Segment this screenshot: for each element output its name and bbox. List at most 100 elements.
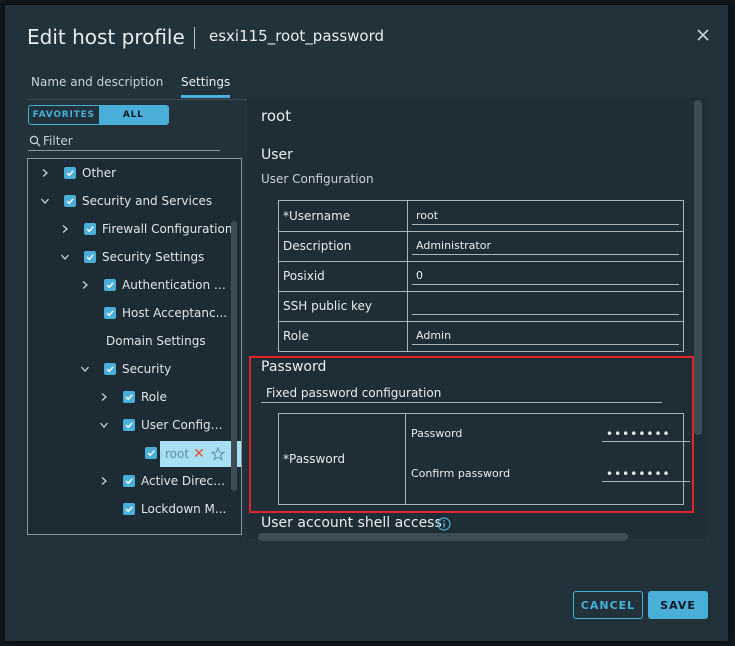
shell-access-title: User account shell access	[261, 515, 442, 531]
edit-host-profile-dialog: Edit host profile esxi115_root_password …	[4, 4, 729, 642]
role-field[interactable]	[412, 327, 679, 345]
tree-item-lockdown-mode[interactable]: Lockdown M...	[99, 498, 229, 520]
username-field[interactable]	[412, 207, 679, 225]
chevron-right-icon[interactable]	[99, 476, 109, 486]
check-icon	[125, 506, 133, 513]
field-label: SSH public key	[283, 299, 372, 313]
all-toggle-option[interactable]: ALL	[98, 106, 168, 124]
tree-item-other[interactable]: Other	[40, 162, 116, 184]
tree-checkbox[interactable]	[84, 223, 96, 235]
tree-checkbox[interactable]	[123, 391, 135, 403]
chevron-right-icon[interactable]	[80, 280, 90, 290]
password-config-select[interactable]: Fixed password configuration	[261, 386, 662, 403]
table-row: Description	[279, 231, 683, 262]
ssh-public-key-field[interactable]	[412, 297, 679, 315]
remove-icon[interactable]: ✕	[193, 447, 205, 461]
search-icon	[29, 135, 41, 147]
check-icon	[106, 366, 114, 373]
tree-item-active-directory[interactable]: Active Direct...	[99, 470, 229, 492]
check-icon	[147, 450, 155, 457]
field-label: Posixid	[283, 269, 325, 283]
detail-vertical-scrollbar[interactable]	[694, 100, 702, 435]
chevron-down-icon[interactable]	[80, 364, 90, 374]
tree-item-user-configuration[interactable]: User Configu...	[99, 414, 229, 436]
tree-checkbox[interactable]	[123, 503, 135, 515]
tree-item-label: Host Acceptanc...	[122, 306, 228, 320]
password-required-label: *Password	[283, 452, 346, 466]
tree-checkbox[interactable]	[145, 447, 157, 459]
table-row: Posixid	[279, 261, 683, 292]
table-row: SSH public key	[279, 291, 683, 322]
star-favorite-icon[interactable]	[210, 447, 225, 461]
chevron-right-icon[interactable]	[99, 392, 109, 402]
tree-item-security-and-services[interactable]: Security and Services	[40, 190, 212, 212]
tree-item-root-selected[interactable]: root ✕	[160, 441, 241, 467]
tree-item-host-acceptance[interactable]: Host Acceptanc...	[80, 302, 230, 324]
password-table: *Password Password Confirm password	[278, 413, 690, 505]
dialog-tabs: Name and description Settings	[27, 73, 707, 100]
favorites-toggle-option[interactable]: FAVORITES	[29, 106, 99, 124]
dialog-subtitle: esxi115_root_password	[209, 27, 385, 45]
chevron-down-icon[interactable]	[99, 420, 109, 430]
title-separator	[194, 27, 195, 49]
check-icon	[125, 422, 133, 429]
tree-checkbox[interactable]	[84, 251, 96, 263]
chevron-down-icon[interactable]	[60, 252, 70, 262]
tree-checkbox[interactable]	[104, 363, 116, 375]
user-configuration-label: User Configuration	[261, 172, 374, 186]
tree-item-authentication[interactable]: Authentication c...	[80, 274, 230, 296]
tree-checkbox[interactable]	[123, 475, 135, 487]
filter-field	[28, 132, 220, 151]
tree-item-label: Role	[141, 390, 167, 404]
cancel-button[interactable]: CANCEL	[573, 591, 643, 619]
tree-item-label: root	[165, 447, 190, 461]
tree-checkbox[interactable]	[64, 167, 76, 179]
tree-item-label: Domain Settings	[106, 334, 206, 348]
tree-item-security-settings[interactable]: Security Settings	[60, 246, 204, 268]
settings-tree: Other Security and Services Firewall Con…	[27, 158, 242, 535]
password-field[interactable]	[602, 426, 690, 442]
check-icon	[125, 394, 133, 401]
info-icon[interactable]	[437, 517, 451, 531]
detail-heading: root	[261, 107, 292, 125]
tree-checkbox[interactable]	[123, 419, 135, 431]
tree-item-label: Security and Services	[82, 194, 213, 208]
table-row: *Username	[279, 201, 683, 232]
tree-checkbox[interactable]	[104, 279, 116, 291]
tree-item-label: Security Settings	[102, 250, 205, 264]
user-section-title: User	[261, 147, 293, 163]
tree-item-label: Active Direct...	[141, 474, 229, 488]
check-icon	[66, 198, 74, 205]
detail-horizontal-scrollbar[interactable]	[258, 533, 628, 541]
tree-item-label: Authentication c...	[122, 278, 230, 292]
close-icon	[697, 29, 709, 41]
tree-item-label: Lockdown M...	[141, 502, 227, 516]
tree-item-label: Security	[122, 362, 172, 376]
tree-item-security[interactable]: Security	[80, 358, 171, 380]
chevron-right-icon[interactable]	[40, 168, 50, 178]
tree-item-label: User Configu...	[141, 418, 229, 432]
tree-item-firewall-configuration[interactable]: Firewall Configuration	[60, 218, 232, 240]
description-field[interactable]	[412, 237, 679, 255]
tab-name-and-description[interactable]: Name and description	[31, 75, 163, 95]
user-configuration-table: *Username Description Posixid SSH public…	[278, 200, 684, 352]
tree-item-domain-settings[interactable]: Domain Settings	[106, 330, 206, 352]
tree-checkbox[interactable]	[64, 195, 76, 207]
check-icon	[66, 170, 74, 177]
tab-settings[interactable]: Settings	[181, 75, 231, 98]
chevron-down-icon[interactable]	[40, 196, 50, 206]
check-icon	[106, 282, 114, 289]
field-label: Role	[283, 329, 309, 343]
tree-checkbox[interactable]	[104, 307, 116, 319]
tree-scrollbar[interactable]	[231, 221, 237, 491]
check-icon	[86, 254, 94, 261]
chevron-right-icon[interactable]	[60, 224, 70, 234]
tree-item-role[interactable]: Role	[99, 386, 167, 408]
close-button[interactable]	[693, 25, 713, 45]
save-button[interactable]: SAVE	[648, 591, 708, 619]
field-label: Description	[283, 239, 352, 253]
check-icon	[86, 226, 94, 233]
posixid-field[interactable]	[412, 267, 679, 285]
filter-input[interactable]	[43, 132, 218, 150]
confirm-password-field[interactable]	[602, 466, 690, 482]
